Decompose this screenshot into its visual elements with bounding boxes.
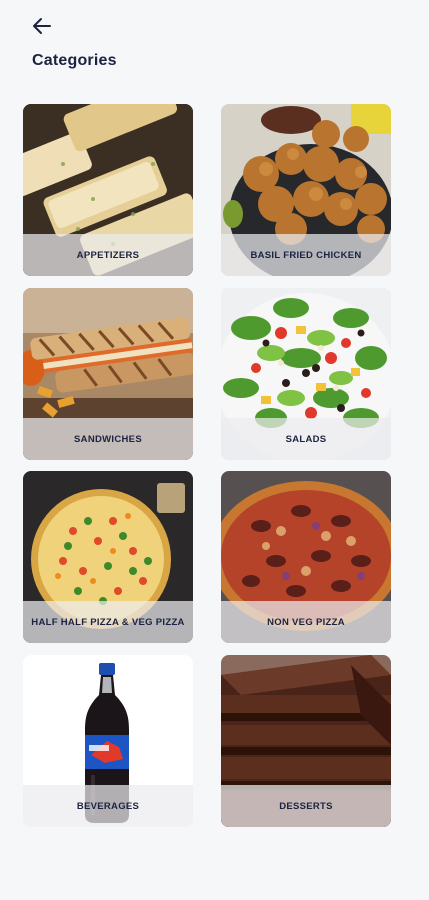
category-card-sandwiches[interactable]: SANDWICHES xyxy=(23,288,193,460)
category-label-bar: BASIL FRIED CHICKEN xyxy=(221,234,391,276)
category-label-bar: NON VEG PIZZA xyxy=(221,601,391,643)
category-label: BASIL FRIED CHICKEN xyxy=(250,249,362,261)
category-card-basil-fried-chicken[interactable]: BASIL FRIED CHICKEN xyxy=(221,104,391,276)
category-label-bar: BEVERAGES xyxy=(23,785,193,827)
category-label-bar: HALF HALF PIZZA & VEG PIZZA xyxy=(23,601,193,643)
category-label: DESSERTS xyxy=(279,800,333,812)
category-card-beverages[interactable]: BEVERAGES xyxy=(23,655,193,827)
category-grid: APPETIZERS BASIL FRIED CHICKEN SANDWICHE… xyxy=(0,0,429,900)
category-label: SANDWICHES xyxy=(74,433,142,445)
category-label-bar: SALADS xyxy=(221,418,391,460)
category-label-bar: APPETIZERS xyxy=(23,234,193,276)
category-label: APPETIZERS xyxy=(76,249,140,261)
category-label: NON VEG PIZZA xyxy=(267,616,345,628)
category-label: HALF HALF PIZZA & VEG PIZZA xyxy=(31,616,185,628)
category-card-salads[interactable]: SALADS xyxy=(221,288,391,460)
category-label-bar: SANDWICHES xyxy=(23,418,193,460)
category-card-appetizers[interactable]: APPETIZERS xyxy=(23,104,193,276)
category-label-bar: DESSERTS xyxy=(221,785,391,827)
category-card-non-veg-pizza[interactable]: NON VEG PIZZA xyxy=(221,471,391,643)
category-card-desserts[interactable]: DESSERTS xyxy=(221,655,391,827)
category-card-half-half-pizza-veg-pizza[interactable]: HALF HALF PIZZA & VEG PIZZA xyxy=(23,471,193,643)
category-label: SALADS xyxy=(285,433,327,445)
category-label: BEVERAGES xyxy=(76,800,140,812)
